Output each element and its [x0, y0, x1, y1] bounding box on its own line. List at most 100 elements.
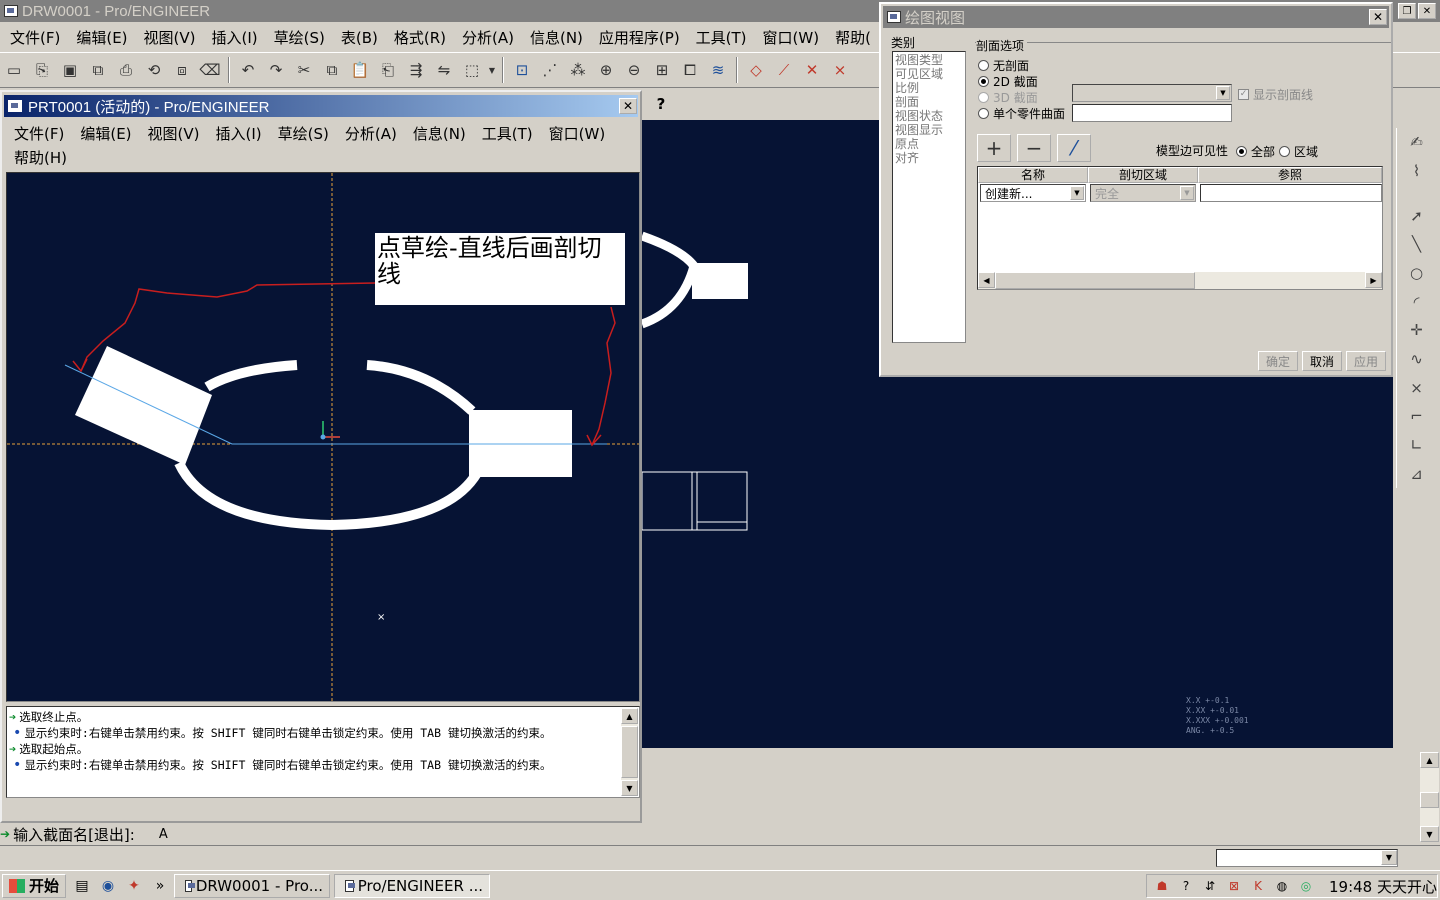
main-menu-item[interactable]: 表(B)	[333, 27, 386, 48]
task-drw0001[interactable]: DRW0001 - Pro...	[174, 873, 331, 898]
main-menu-item[interactable]: 草绘(S)	[266, 27, 333, 48]
start-button[interactable]: 开始	[2, 873, 67, 898]
category-list[interactable]: 视图类型 可见区域 比例 剖面 视图状态 视图显示 原点 对齐	[892, 51, 966, 343]
whats-this-button[interactable]: ?	[646, 90, 676, 118]
redo-icon[interactable]: ↷	[263, 57, 289, 83]
scroll-up-icon[interactable]: ▲	[1420, 752, 1439, 768]
3d-section-combo[interactable]: ▼	[1072, 84, 1232, 102]
radio-3d-section[interactable]: 3D 截面	[978, 89, 1038, 106]
show-xhatch-checkbox[interactable]: ✓ 显示剖面线	[1238, 86, 1313, 103]
task-proe[interactable]: Pro/ENGINEER ...	[334, 873, 491, 898]
more-icon[interactable]: »	[150, 876, 170, 896]
filter-dropdown-icon[interactable]: ▼	[1381, 850, 1397, 865]
volume-icon[interactable]: ◍	[1273, 877, 1291, 895]
x-point-icon[interactable]: ×	[1404, 375, 1430, 400]
cut-icon[interactable]: ✂	[291, 57, 317, 83]
prt-menu-item[interactable]: 信息(N)	[405, 123, 474, 144]
main-menu-item[interactable]: 视图(V)	[136, 27, 204, 48]
flip-section-button[interactable]: ⁄	[1057, 134, 1091, 162]
category-item[interactable]: 可见区域	[895, 67, 963, 81]
point-icon[interactable]: ✛	[1404, 318, 1430, 343]
antivirus-icon[interactable]: K	[1249, 877, 1267, 895]
add-section-button[interactable]: +	[977, 134, 1011, 162]
combo-dropdown-icon[interactable]: ▼	[1070, 186, 1084, 200]
main-menu-item[interactable]: 应用程序(P)	[591, 27, 688, 48]
sketch-canvas[interactable]: × 点草绘-直线后画剖切线	[6, 172, 640, 702]
open-file-icon[interactable]: ⎘	[29, 57, 55, 83]
security-icon[interactable]: ◎	[1297, 877, 1315, 895]
section-area-combo[interactable]: 完全 ▼	[1090, 184, 1196, 202]
copy-icon[interactable]: ⧉	[319, 57, 345, 83]
combo-dropdown-icon[interactable]: ▼	[1216, 86, 1230, 100]
select-arrow-icon[interactable]: ➚	[1404, 203, 1430, 228]
main-menu-item[interactable]: 帮助(	[827, 27, 879, 48]
prt-menu-item[interactable]: 窗口(W)	[541, 123, 614, 144]
chamfer-icon[interactable]: ∟	[1404, 433, 1430, 458]
prt-menu-item[interactable]: 视图(V)	[140, 123, 208, 144]
main-menu-item[interactable]: 信息(N)	[522, 27, 591, 48]
line-icon[interactable]: ╲	[1404, 232, 1430, 257]
fillet-icon[interactable]: ⌐	[1404, 404, 1430, 429]
select-box-icon[interactable]: ⬚	[459, 57, 485, 83]
prt-menu-item[interactable]: 草绘(S)	[270, 123, 337, 144]
dialog-close-icon[interactable]: ✕	[1369, 9, 1387, 25]
repaint-icon[interactable]: ⊡	[509, 57, 535, 83]
arc-icon[interactable]: ◜	[1404, 289, 1430, 314]
prt-menu-item[interactable]: 插入(I)	[208, 123, 270, 144]
cancel-button[interactable]: 取消	[1302, 351, 1342, 371]
coordinate-system-icon[interactable]: ⨯	[827, 57, 853, 83]
filter-combo[interactable]: ▼	[1216, 849, 1398, 867]
ime-icon[interactable]: ☗	[1153, 877, 1171, 895]
prt-menu-item[interactable]: 文件(F)	[6, 123, 72, 144]
apply-button[interactable]: 应用	[1346, 351, 1386, 371]
datum-point-display-icon[interactable]: ✕	[799, 57, 825, 83]
radio-2d-section[interactable]: 2D 截面	[978, 73, 1038, 90]
scroll-thumb[interactable]	[995, 272, 1195, 289]
ie-icon[interactable]: ◉	[98, 876, 118, 896]
refit-icon[interactable]: ⊞	[649, 57, 675, 83]
message-scrollbar[interactable]: ▲ ▼	[621, 708, 638, 796]
radio-vis-all[interactable]: 全部	[1236, 143, 1275, 160]
zoom-out-icon[interactable]: ⊖	[621, 57, 647, 83]
category-item[interactable]: 对齐	[895, 151, 963, 165]
drawing-vscrollbar[interactable]: ▲ ▼	[1420, 752, 1439, 842]
datum-plane-icon[interactable]: ◇	[743, 57, 769, 83]
main-menu-item[interactable]: 工具(T)	[688, 27, 755, 48]
view-manager-icon[interactable]: ⧠	[677, 57, 703, 83]
spline-icon[interactable]: ∿	[1404, 347, 1430, 372]
main-menu-item[interactable]: 分析(A)	[454, 27, 522, 48]
scroll-down-icon[interactable]: ▼	[1420, 826, 1439, 842]
regenerate-icon[interactable]: ⇶	[403, 57, 429, 83]
category-item[interactable]: 原点	[895, 137, 963, 151]
erase-icon[interactable]: ⌫	[197, 57, 223, 83]
prt-menu-item[interactable]: 分析(A)	[337, 123, 405, 144]
rename-icon[interactable]: ⟲	[141, 57, 167, 83]
main-menu-item[interactable]: 格式(R)	[386, 27, 454, 48]
radio-single-surface[interactable]: 单个零件曲面	[978, 105, 1065, 122]
prt-menu-item[interactable]: 帮助(H)	[6, 147, 75, 168]
ime-toggle-icon[interactable]: ⇵	[1201, 877, 1219, 895]
remove-section-button[interactable]: −	[1017, 134, 1051, 162]
scroll-up-icon[interactable]: ▲	[621, 708, 638, 724]
zoom-in-icon[interactable]: ⊕	[593, 57, 619, 83]
category-item[interactable]: 比例	[895, 81, 963, 95]
main-menu-item[interactable]: 文件(F)	[2, 27, 68, 48]
datum-points-icon[interactable]: ⁂	[565, 57, 591, 83]
scroll-down-icon[interactable]: ▼	[621, 780, 638, 796]
section-reference-field[interactable]	[1200, 184, 1382, 202]
print-icon[interactable]: ⎙	[113, 57, 139, 83]
radio-no-section[interactable]: 无剖面	[978, 57, 1029, 74]
command-input[interactable]: A	[159, 827, 168, 842]
prt-close-icon[interactable]: ✕	[619, 98, 637, 114]
main-menu-item[interactable]: 插入(I)	[204, 27, 266, 48]
category-item[interactable]: 视图类型	[895, 53, 963, 67]
main-menu-item[interactable]: 编辑(E)	[68, 27, 135, 48]
dimension-icon[interactable]: ⊿	[1404, 461, 1430, 486]
copy-model-icon[interactable]: ⧈	[169, 57, 195, 83]
mirror-icon[interactable]: ⇋	[431, 57, 457, 83]
circle-icon[interactable]: ○	[1404, 261, 1430, 286]
paste-icon[interactable]: 📋	[347, 57, 373, 83]
category-item[interactable]: 剖面	[895, 95, 963, 109]
help-icon[interactable]: ?	[1177, 877, 1195, 895]
sketch-tools-icon[interactable]: ⌇	[1404, 159, 1430, 184]
